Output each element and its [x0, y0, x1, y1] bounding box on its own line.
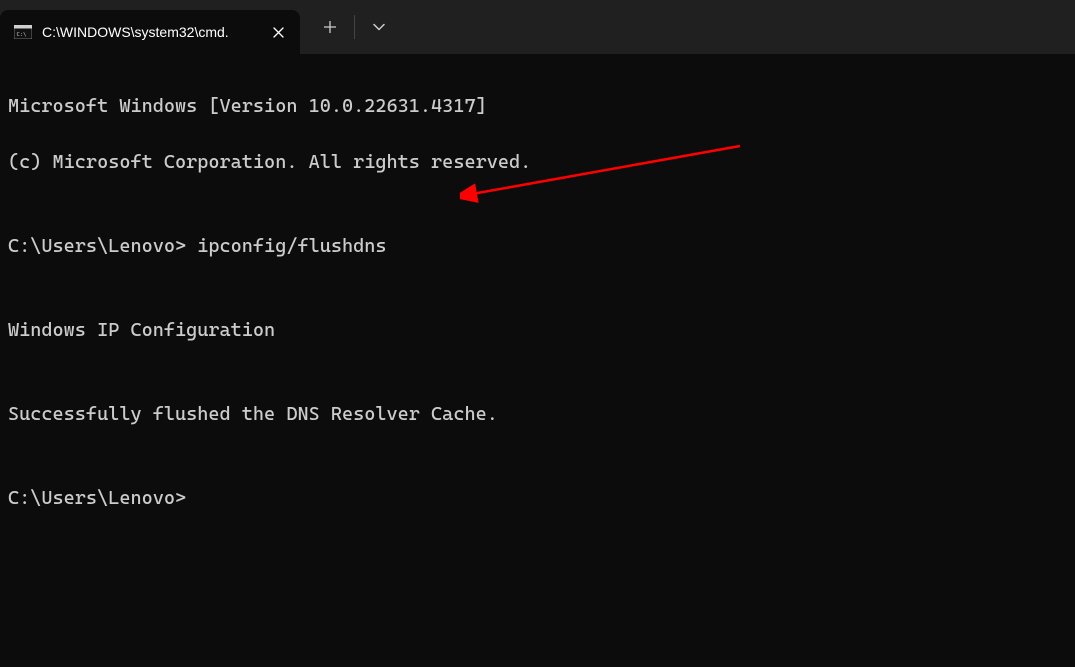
output-line: (c) Microsoft Corporation. All rights re…: [8, 148, 1067, 176]
tab-dropdown-button[interactable]: [357, 5, 401, 49]
output-line: Microsoft Windows [Version 10.0.22631.43…: [8, 92, 1067, 120]
terminal-output[interactable]: Microsoft Windows [Version 10.0.22631.43…: [0, 54, 1075, 578]
output-line: Windows IP Configuration: [8, 316, 1067, 344]
cmd-icon: C:\: [14, 25, 32, 39]
titlebar-actions: [300, 0, 401, 54]
svg-text:C:\: C:\: [17, 32, 27, 38]
active-tab[interactable]: C:\ C:\WINDOWS\system32\cmd.: [0, 10, 300, 54]
prompt-line: C:\Users\Lenovo> ipconfig/flushdns: [8, 232, 1067, 260]
titlebar: C:\ C:\WINDOWS\system32\cmd.: [0, 0, 1075, 54]
close-tab-button[interactable]: [268, 22, 288, 42]
divider: [354, 15, 355, 39]
tab-title: C:\WINDOWS\system32\cmd.: [42, 24, 258, 40]
new-tab-button[interactable]: [308, 5, 352, 49]
prompt-line: C:\Users\Lenovo>: [8, 484, 1067, 512]
output-line: Successfully flushed the DNS Resolver Ca…: [8, 400, 1067, 428]
